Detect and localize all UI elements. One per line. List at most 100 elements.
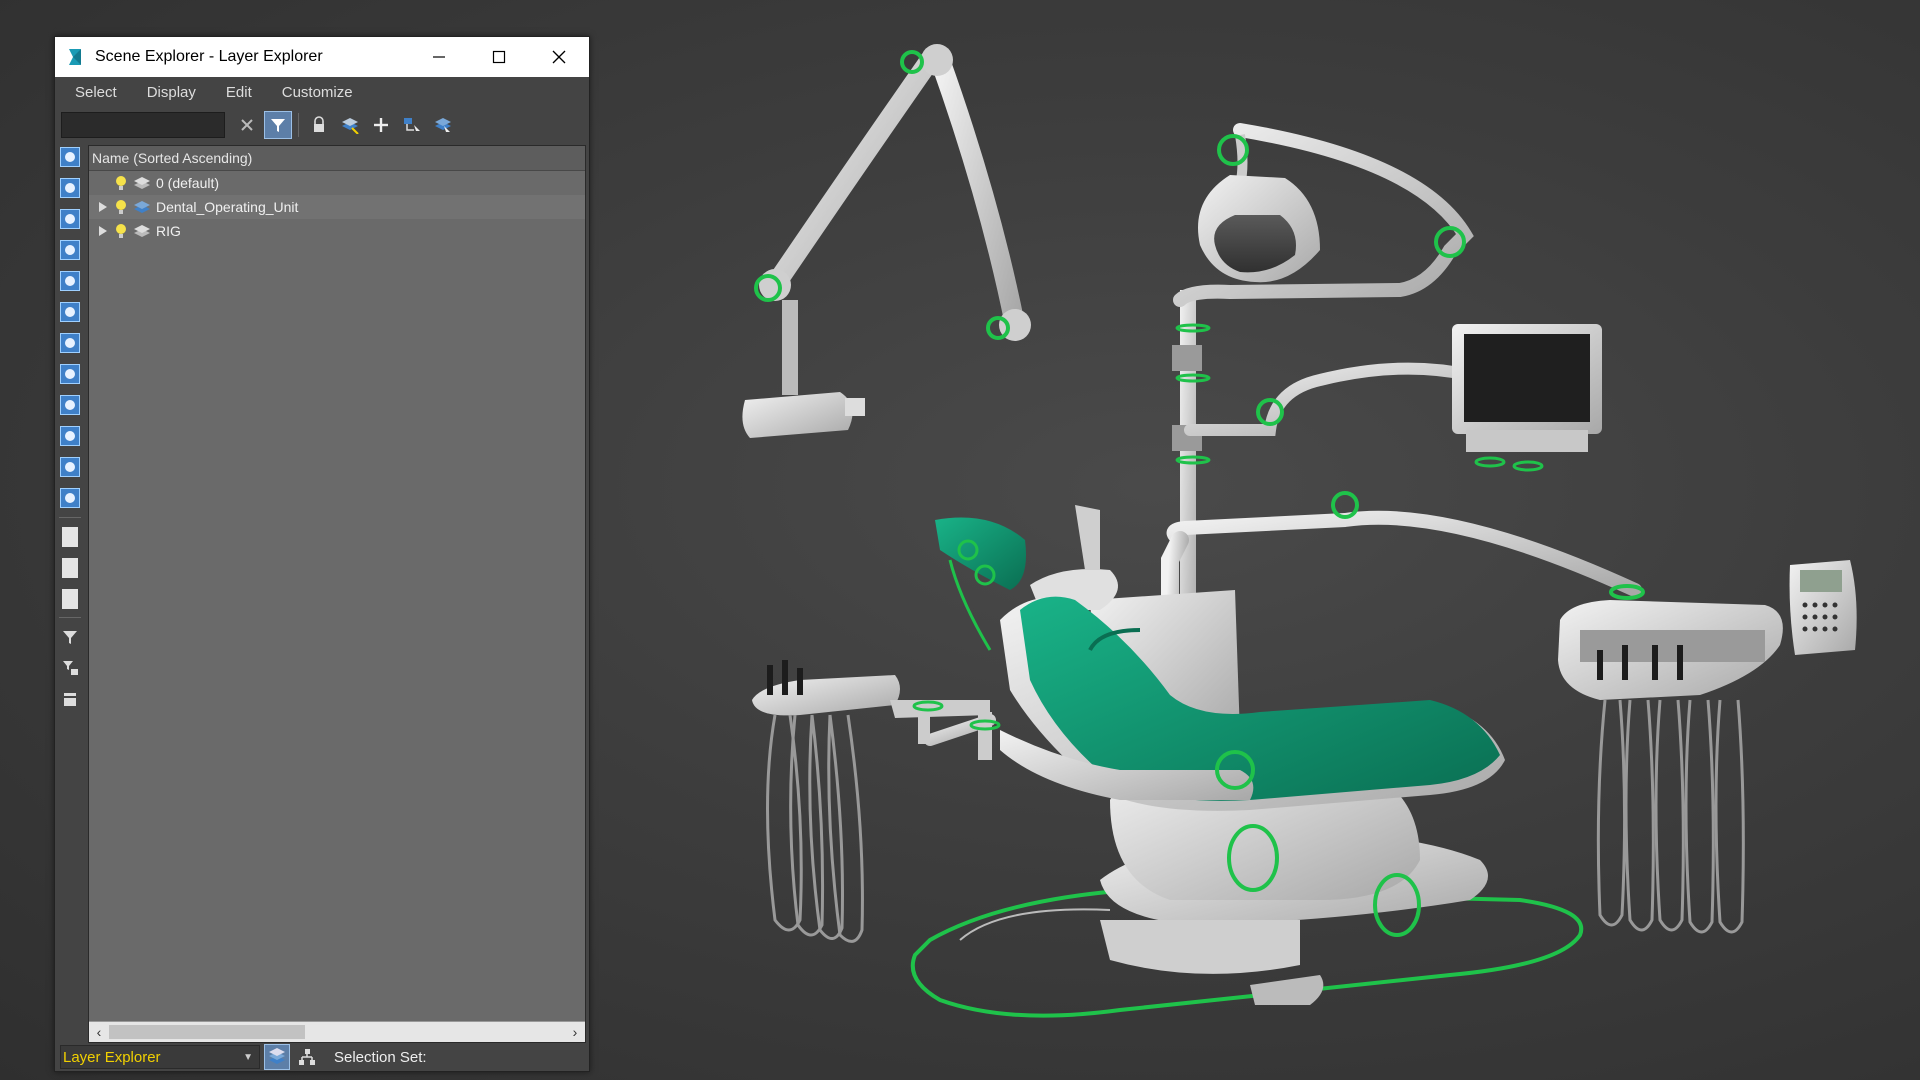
display-cameras-button[interactable] <box>58 238 82 262</box>
explorer-mode-label: Layer Explorer <box>63 1049 161 1066</box>
layer-name: 0 (default) <box>156 175 220 191</box>
layer-row-default[interactable]: 0 (default) <box>89 171 585 195</box>
3dsmax-app-icon <box>69 49 81 65</box>
filter-toolbar <box>55 143 85 1043</box>
toolbar <box>55 107 589 143</box>
explorer-mode-dropdown[interactable]: Layer Explorer ▼ <box>60 1045 260 1069</box>
horizontal-scrollbar[interactable]: ‹ › <box>89 1021 585 1042</box>
close-button[interactable] <box>529 37 589 77</box>
shapes-icon <box>60 178 80 198</box>
chevron-down-icon: ▼ <box>243 1052 253 1063</box>
layer-icon <box>133 224 151 238</box>
select-children-icon <box>404 118 420 131</box>
lightbulb-icon[interactable] <box>115 223 129 239</box>
add-selection-button[interactable] <box>367 111 395 139</box>
sort-by-hierarchy-button[interactable] <box>294 1044 320 1070</box>
hierarchy-icon <box>299 1049 315 1065</box>
layer-row-dental-operating-unit[interactable]: Dental_Operating_Unit <box>89 195 585 219</box>
maximize-icon <box>492 50 506 64</box>
search-input[interactable] <box>61 112 225 138</box>
filter-button[interactable] <box>58 625 82 649</box>
scroll-thumb[interactable] <box>109 1025 305 1039</box>
expand-arrow-icon[interactable] <box>96 202 110 212</box>
layers-icon <box>269 1048 285 1064</box>
menu-display[interactable]: Display <box>136 84 207 101</box>
display-bones-button[interactable] <box>58 393 82 417</box>
layer-row-rig[interactable]: RIG <box>89 219 585 243</box>
display-containers-button[interactable] <box>58 424 82 448</box>
filter-toggle-button[interactable] <box>264 111 292 139</box>
lightbulb-icon[interactable] <box>115 175 129 191</box>
geometry-icon <box>60 147 80 167</box>
hidden-icon <box>60 488 80 508</box>
filter-toggle-icon <box>271 119 285 132</box>
close-icon <box>552 50 566 64</box>
display-groups-button[interactable] <box>58 331 82 355</box>
display-all-button[interactable] <box>58 525 82 549</box>
status-bar: Layer Explorer ▼ Selection Set: <box>55 1043 589 1071</box>
lightbulb-icon[interactable] <box>115 199 129 215</box>
add-icon <box>374 118 388 132</box>
layer-list-panel: Name (Sorted Ascending) 0 (default) Dent… <box>88 145 586 1043</box>
containers-icon <box>60 426 80 446</box>
frozen-icon <box>60 457 80 477</box>
select-children-button[interactable] <box>398 111 426 139</box>
bones-icon <box>60 395 80 415</box>
display-geometry-button[interactable] <box>58 145 82 169</box>
minimize-button[interactable] <box>409 37 469 77</box>
lights-icon <box>60 209 80 229</box>
columns-button[interactable] <box>58 687 82 711</box>
spacewarps-icon <box>60 302 80 322</box>
toolbar-divider <box>298 113 299 137</box>
display-spacewarps-button[interactable] <box>58 300 82 324</box>
display-none-button[interactable] <box>58 556 82 580</box>
column-header-name[interactable]: Name (Sorted Ascending) <box>89 146 585 171</box>
lock-button[interactable] <box>305 111 333 139</box>
window-title: Scene Explorer - Layer Explorer <box>95 48 323 65</box>
create-layer-button[interactable] <box>336 111 364 139</box>
clear-filter-icon <box>241 119 253 131</box>
minimize-icon <box>433 56 445 58</box>
helpers-icon <box>60 271 80 291</box>
maximize-button[interactable] <box>469 37 529 77</box>
menu-edit[interactable]: Edit <box>215 84 263 101</box>
find-button[interactable] <box>429 111 457 139</box>
tool-divider <box>59 617 81 618</box>
create-layer-icon <box>342 118 359 134</box>
lock-icon <box>314 116 324 132</box>
columns-icon <box>64 693 76 706</box>
selection-set-label: Selection Set: <box>334 1048 427 1066</box>
layer-name: RIG <box>156 223 181 239</box>
display-shapes-button[interactable] <box>58 176 82 200</box>
tool-divider <box>59 517 81 518</box>
clear-filter-button[interactable] <box>233 111 261 139</box>
page-lines-icon <box>62 527 78 547</box>
menu-bar: Select Display Edit Customize <box>55 77 589 107</box>
layer-icon <box>133 176 151 190</box>
display-hidden-button[interactable] <box>58 486 82 510</box>
display-xrefs-button[interactable] <box>58 362 82 386</box>
filter-icon <box>63 631 77 644</box>
title-bar[interactable]: Scene Explorer - Layer Explorer <box>55 37 589 77</box>
menu-customize[interactable]: Customize <box>271 84 364 101</box>
hierarchy-filter-icon <box>63 661 78 675</box>
expand-arrow-icon[interactable] <box>96 226 110 236</box>
sort-by-layer-button[interactable] <box>264 1044 290 1070</box>
scroll-left-icon[interactable]: ‹ <box>91 1024 107 1040</box>
page-blank-icon <box>62 558 78 578</box>
menu-select[interactable]: Select <box>64 84 128 101</box>
page-invert-icon <box>62 589 78 609</box>
cameras-icon <box>60 240 80 260</box>
xrefs-icon <box>60 364 80 384</box>
hierarchy-filter-button[interactable] <box>58 656 82 680</box>
scene-explorer-window: Scene Explorer - Layer Explorer Select D… <box>54 36 590 1072</box>
layer-icon <box>133 200 151 214</box>
display-invert-button[interactable] <box>58 587 82 611</box>
display-helpers-button[interactable] <box>58 269 82 293</box>
scroll-right-icon[interactable]: › <box>567 1024 583 1040</box>
display-frozen-button[interactable] <box>58 455 82 479</box>
groups-icon <box>60 333 80 353</box>
layer-name: Dental_Operating_Unit <box>156 199 299 215</box>
display-lights-button[interactable] <box>58 207 82 231</box>
find-icon <box>435 118 451 132</box>
